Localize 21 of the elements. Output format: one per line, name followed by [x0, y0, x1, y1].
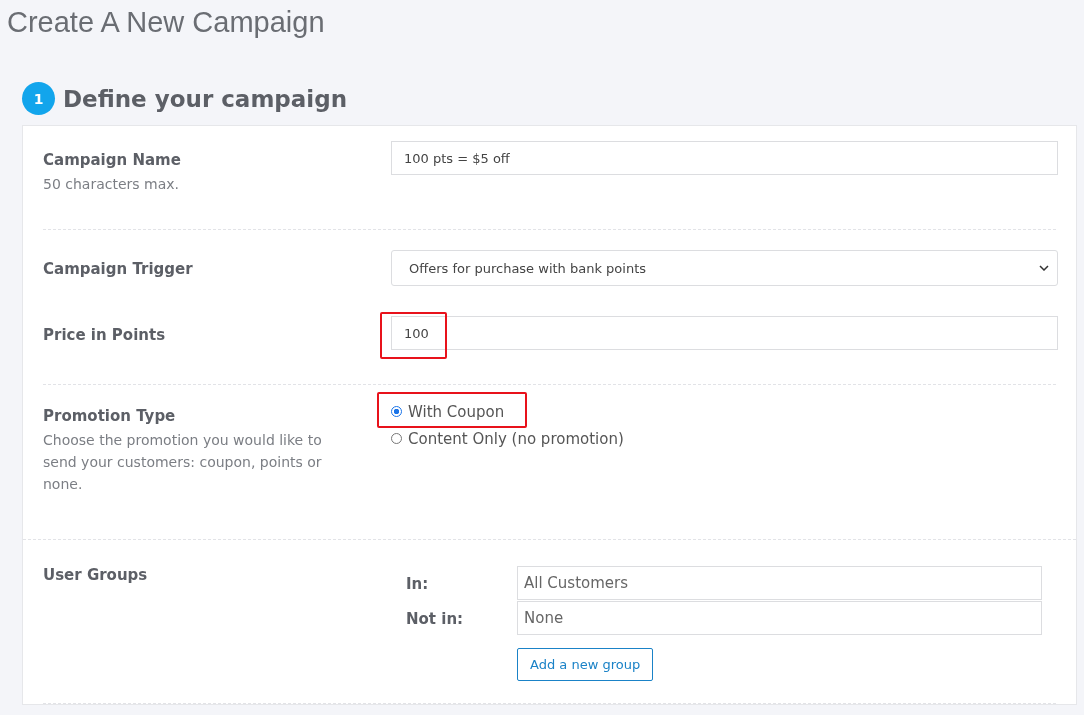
chevron-down-icon [1039, 265, 1049, 271]
field-hint: Choose the promotion you would like to send your customers: coupon, points or none. [43, 431, 323, 494]
radio-option[interactable]: Content Only (no promotion) [391, 429, 624, 448]
field-label: Campaign Trigger [43, 260, 194, 278]
add-group-button[interactable]: Add a new group [517, 648, 654, 681]
text-input-field[interactable]: 100 [391, 316, 1058, 350]
radio-option[interactable]: With Coupon [391, 402, 505, 421]
group-label: Not in: [406, 609, 465, 628]
page-title: Create A New Campaign [7, 5, 326, 40]
dropdown-field[interactable]: Offers for purchase with bank points [391, 250, 1058, 286]
step-title: Define your campaign [63, 85, 348, 112]
step-number-badge: 1 [22, 82, 55, 115]
field-label: Promotion Type [43, 407, 177, 425]
text-input-field[interactable]: 100 pts = $5 off [391, 141, 1058, 175]
group-field[interactable]: None [517, 601, 1042, 635]
field-label: Campaign Name [43, 151, 182, 169]
field-label: Price in Points [43, 326, 167, 344]
group-label: In: [406, 574, 430, 593]
field-label: User Groups [43, 566, 149, 584]
field-hint: 50 characters max. [43, 175, 180, 194]
group-field[interactable]: All Customers [517, 566, 1042, 600]
